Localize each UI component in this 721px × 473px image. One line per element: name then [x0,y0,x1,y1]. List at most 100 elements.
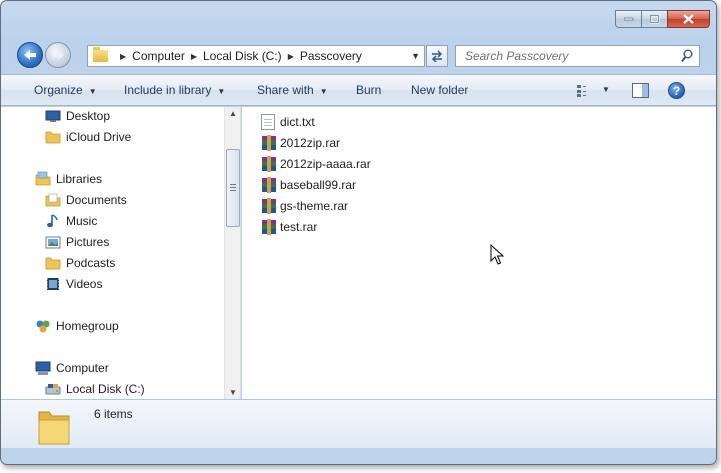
videos-icon [47,278,59,290]
chevron-right-icon[interactable]: ▶ [191,52,197,61]
tree-item-computer[interactable]: Computer [35,359,109,377]
views-icon[interactable] [577,85,595,97]
scroll-down-icon[interactable]: ▼ [229,388,237,397]
search-box[interactable] [455,45,700,67]
tree-item-desktop[interactable]: Desktop [45,107,110,125]
rar-archive-icon [262,177,276,193]
new-folder-label: New folder [411,83,469,97]
scroll-thumb[interactable] [226,149,240,227]
rar-archive-icon [262,198,276,214]
back-arrow-icon [24,50,36,60]
mouse-pointer-icon [490,244,504,265]
views-dropdown-icon[interactable]: ▼ [602,85,610,94]
chevron-right-icon[interactable]: ▶ [288,52,294,61]
new-folder-button[interactable]: New folder [411,83,468,97]
tree-item-videos[interactable]: Videos [45,275,102,293]
breadcrumb-computer[interactable]: Computer [132,49,185,63]
tree-item-homegroup[interactable]: Homegroup [35,317,119,335]
item-count: 6 items [94,407,133,421]
tree-item-label: Libraries [56,172,103,186]
close-button[interactable] [667,10,710,28]
burn-label: Burn [356,83,382,97]
share-with-label: Share with [257,83,314,97]
file-item[interactable]: 2012zip-aaaa.rar [261,155,371,173]
refresh-button[interactable] [426,45,448,67]
breadcrumb-passcovery[interactable]: Passcovery [300,49,362,63]
file-name: test.rar [280,220,318,234]
breadcrumb-local-disk[interactable]: Local Disk (C:) [203,49,282,63]
navigation-pane: Desktop iCloud Drive Libraries Documents… [1,107,241,399]
tree-item-label: Desktop [66,109,111,123]
tree-item-music[interactable]: Music [45,212,97,230]
file-item[interactable]: dict.txt [261,113,315,131]
file-item[interactable]: test.rar [261,218,317,236]
search-icon[interactable] [681,49,693,63]
grip-icon [230,184,236,192]
help-icon[interactable]: ? [668,82,685,99]
share-with-menu[interactable]: Share with ▼ [257,83,328,97]
tree-item-label: Videos [66,277,103,291]
file-name: baseball99.rar [280,178,357,192]
rar-archive-icon [262,219,276,235]
tree-item-label: Documents [66,193,127,207]
documents-icon [45,193,61,207]
scroll-up-icon[interactable]: ▲ [229,109,237,118]
back-button[interactable] [17,42,43,68]
file-item[interactable]: gs-theme.rar [261,197,348,215]
folder-icon [93,47,108,62]
maximize-icon [649,14,659,23]
folder-icon [45,131,61,144]
chevron-down-icon: ▼ [319,87,328,96]
tree-item-documents[interactable]: Documents [45,191,127,209]
preview-pane-icon[interactable] [632,83,649,98]
burn-button[interactable]: Burn [356,83,381,97]
tree-item-podcasts[interactable]: Podcasts [45,254,115,272]
file-item[interactable]: baseball99.rar [261,176,356,194]
rar-archive-icon [262,135,276,151]
minimize-button[interactable] [615,10,642,28]
file-name: dict.txt [280,115,315,129]
chevron-right-icon[interactable]: ▶ [120,52,126,61]
forward-button[interactable] [45,42,71,68]
address-bar[interactable]: ▶ Computer ▶ Local Disk (C:) ▶ Passcover… [87,45,425,67]
close-icon [683,14,694,24]
tree-item-label: Local Disk (C:) [66,382,145,396]
file-name: 2012zip.rar [280,136,341,150]
homegroup-icon [36,320,50,333]
navigation-row: ▶ Computer ▶ Local Disk (C:) ▶ Passcover… [15,41,707,71]
caption-buttons [615,10,710,28]
include-in-library-menu[interactable]: Include in library ▼ [124,83,225,97]
file-list: dict.txt 2012zip.rar 2012zip-aaaa.rar ba… [242,107,716,399]
explorer-window: ▶ Computer ▶ Local Disk (C:) ▶ Passcover… [0,0,717,465]
pictures-icon [45,236,61,249]
details-pane: 6 items [1,399,716,448]
navigation-scrollbar[interactable]: ▲ ▼ [224,107,240,399]
tree-item-label: Music [66,214,98,228]
organize-menu[interactable]: Organize ▼ [34,83,97,97]
refresh-icon [431,50,443,62]
text-file-icon [261,114,275,130]
file-item[interactable]: 2012zip.rar [261,134,340,152]
file-name: gs-theme.rar [280,199,349,213]
chevron-down-icon[interactable]: ▼ [411,51,420,61]
tree-item-label: Computer [56,361,109,375]
chevron-down-icon: ▼ [217,87,226,96]
tree-item-label: Pictures [66,235,110,249]
computer-icon [35,361,51,375]
hard-drive-icon [45,384,61,395]
desktop-icon [45,110,61,122]
maximize-button[interactable] [641,10,668,28]
tree-item-icloud-drive[interactable]: iCloud Drive [45,128,131,146]
tree-item-local-disk[interactable]: Local Disk (C:) [45,380,145,398]
tree-item-label: Podcasts [66,256,116,270]
tree-item-label: iCloud Drive [66,130,132,144]
file-name: 2012zip-aaaa.rar [280,157,371,171]
chevron-down-icon: ▼ [88,87,97,96]
command-bar: Organize ▼ Include in library ▼ Share with… [1,74,716,106]
tree-item-label: Homegroup [56,319,119,333]
folder-icon [45,257,61,270]
minimize-icon [623,17,633,21]
tree-item-libraries[interactable]: Libraries [35,170,102,188]
tree-item-pictures[interactable]: Pictures [45,233,109,251]
search-input[interactable] [465,49,670,63]
